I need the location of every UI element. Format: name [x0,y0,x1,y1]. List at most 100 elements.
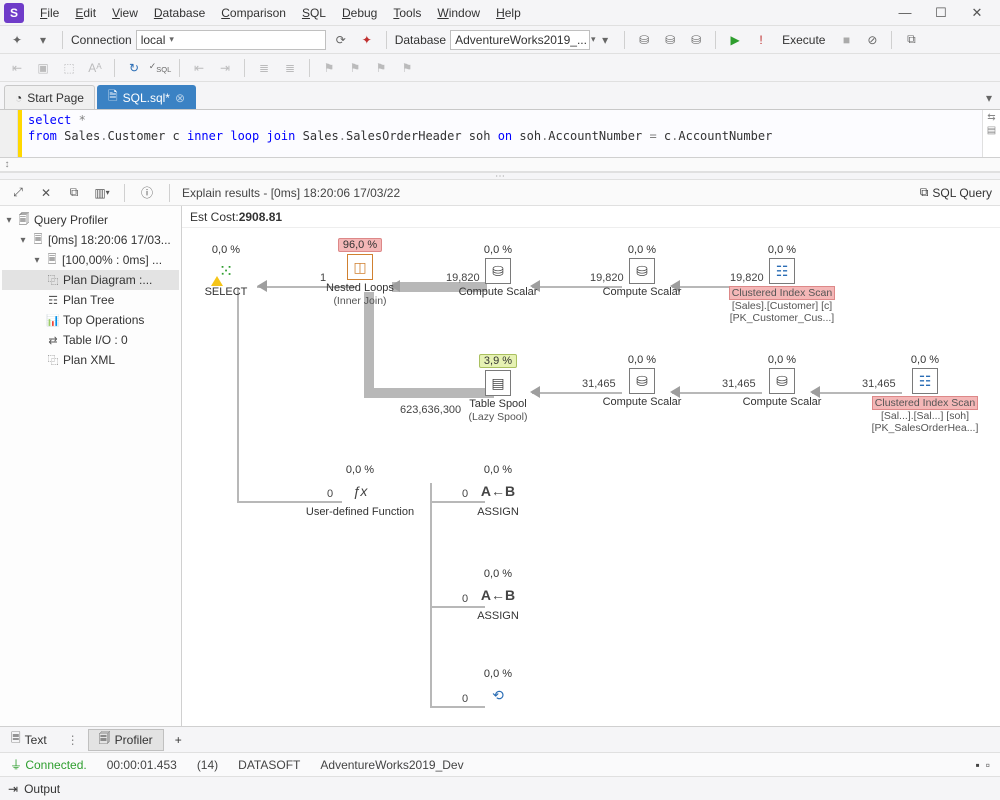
bookmark-icon[interactable]: ⚑ [318,57,340,79]
menu-window[interactable]: Window [429,4,488,22]
tree-plan-tree[interactable]: ☶Plan Tree [2,290,179,310]
plan-node-compute-scalar-1[interactable]: 0,0 % ⛁ Compute Scalar [438,244,558,299]
plan-node-nested-loops[interactable]: 96,0 % ◫ Nested Loops (Inner Join) [300,238,420,307]
tree-plan-xml[interactable]: ⿻Plan XML [2,350,179,370]
plan-node-assign-2[interactable]: 0,0 % A←B ASSIGN [438,568,558,623]
menu-file[interactable]: File [32,4,67,22]
window-close-button[interactable]: ✕ [966,5,988,21]
est-cost-row: Est Cost: 2908.81 [182,206,1000,228]
plan-node-udf[interactable]: 0,0 % ƒx User-defined Function [300,464,420,519]
db-icon-2[interactable]: ⛁ [659,29,681,51]
outdent-icon[interactable]: ⇤ [188,57,210,79]
delete-result-icon[interactable]: ✕ [36,183,56,203]
menu-view[interactable]: View [104,4,146,22]
bm-next-icon[interactable]: ⚑ [370,57,392,79]
tabstrip-overflow-icon[interactable]: ▾ [978,87,1000,109]
bottom-tab-text[interactable]: 🗏Text [0,729,58,751]
tree-root[interactable]: ▾🗐Query Profiler [2,210,179,230]
misc-icon[interactable]: ⧉ [900,29,922,51]
db-icon-1[interactable]: ⛁ [633,29,655,51]
menu-sql[interactable]: SQL [294,4,334,22]
cancel-icon[interactable]: ⊘ [861,29,883,51]
results-toolbar: ⤢ ✕ ⧉ ▥▾ ⓘ Explain results - [0ms] 18:20… [0,180,1000,206]
sql-query-link[interactable]: ⧉ SQL Query [920,185,992,200]
collapse-icon[interactable]: ⤢ [8,183,28,203]
output-panel-tab[interactable]: ⇥ Output [0,776,1000,800]
bottom-tab-add[interactable]: + [164,729,193,751]
plan-node-select[interactable]: 0,0 % ⁙ SELECT [182,244,286,299]
menu-tools[interactable]: Tools [385,4,429,22]
database-label: Database [395,33,446,47]
plan-node-cix-soh[interactable]: 0,0 % ☷ Clustered Index Scan [Sal...].[S… [865,354,985,434]
connection-combo[interactable]: local [136,30,326,50]
stop-icon[interactable]: ■ [835,29,857,51]
minimap-icon[interactable]: ▤ [987,125,996,136]
plan-node-assign-1[interactable]: 0,0 % A←B ASSIGN [438,464,558,519]
profiler-tree[interactable]: ▾🗐Query Profiler ▾🗏[0ms] 18:20:06 17/03.… [0,206,181,726]
db-icon-3[interactable]: ⛁ [685,29,707,51]
profiler-icon: 🗐 [99,729,111,750]
tree-plan-diagram[interactable]: ⿻Plan Diagram :... [2,270,179,290]
plan-canvas[interactable]: Est Cost: 2908.81 [182,206,1000,726]
tab-start-page[interactable]: ◔ Start Page [4,85,95,109]
check-sql-icon[interactable]: ✓SQL [149,57,171,79]
document-tabstrip: ◔ Start Page 🗎 SQL.sql* ⊗ ▾ [0,82,1000,110]
execute-button[interactable]: Execute [776,29,831,51]
plan-node-cix-customer[interactable]: 0,0 % ☷ Clustered Index Scan [Sales].[Cu… [722,244,842,324]
plan-node-compute-scalar-2[interactable]: 0,0 % ⛁ Compute Scalar [582,244,702,299]
toolbar-edit: ⇤ ▣ ⬚ Aᴬ ↻ ✓SQL ⇤ ⇥ ≣ ≣ ⚑ ⚑ ⚑ ⚑ [0,54,1000,82]
bm-prev-icon[interactable]: ⚑ [344,57,366,79]
tree-run[interactable]: ▾🗏[0ms] 18:20:06 17/03... [2,230,179,250]
window-minimize-button[interactable]: — [894,5,916,21]
info-icon[interactable]: ⓘ [137,183,157,203]
plan-node-compute-scalar-4[interactable]: 0,0 % ⛁ Compute Scalar [722,354,842,409]
indent-icon[interactable]: ⇤ [6,57,28,79]
tab-sql-file[interactable]: 🗎 SQL.sql* ⊗ [97,85,196,109]
font-icon[interactable]: Aᴬ [84,57,106,79]
sql-code[interactable]: select * from Sales.Customer c inner loo… [22,110,982,157]
editor-side-tools: ⇆▤ [982,110,1000,157]
bm-clear-icon[interactable]: ⚑ [396,57,418,79]
copy-result-icon[interactable]: ⧉ [64,183,84,203]
reload-icon[interactable]: ↻ [123,57,145,79]
status-rows: (14) [197,758,218,772]
status-view-2-icon[interactable]: ▫ [986,758,990,772]
menubar: S File Edit View Database Comparison SQL… [0,0,1000,26]
split-icon[interactable]: ⇆ [987,112,995,123]
menu-comparison[interactable]: Comparison [213,4,294,22]
plan-node-table-spool[interactable]: 3,9 % ▤ Table Spool (Lazy Spool) [438,354,558,423]
new-query-icon[interactable]: ✦ [6,29,28,51]
indent2-icon[interactable]: ⇥ [214,57,236,79]
window-maximize-button[interactable]: ☐ [930,5,952,21]
disconnect-icon[interactable]: ✦ [356,29,378,51]
database-combo[interactable]: AdventureWorks2019_... [450,30,590,50]
so-dropdown-icon[interactable]: ▾ [32,29,54,51]
bottom-tab-profiler[interactable]: 🗐Profiler [88,729,164,751]
camera-icon[interactable]: ▣ [32,57,54,79]
bars-icon: 📊 [46,314,60,327]
layout-icon[interactable]: ⬚ [58,57,80,79]
tree-query[interactable]: ▾🗏[100,00% : 0ms] ... [2,250,179,270]
align-l-icon[interactable]: ≣ [253,57,275,79]
horizontal-splitter[interactable]: ⋯ [0,172,1000,180]
status-view-1-icon[interactable]: ▪ [975,758,979,772]
menu-edit[interactable]: Edit [67,4,104,22]
plan-node-leaf[interactable]: 0,0 % ⟲ [438,668,558,710]
refresh-conn-icon[interactable]: ⟳ [330,29,352,51]
bottom-tab-spacer[interactable]: ⋮ [58,733,88,747]
layout-result-icon[interactable]: ▥▾ [92,183,112,203]
xml-icon: ⿻ [46,352,60,368]
plan-node-compute-scalar-3[interactable]: 0,0 % ⛁ Compute Scalar [582,354,702,409]
tree-top-ops[interactable]: 📊Top Operations [2,310,179,330]
error-icon[interactable]: ! [750,29,772,51]
menu-debug[interactable]: Debug [334,4,385,22]
run-icon[interactable]: ▶ [724,29,746,51]
align-r-icon[interactable]: ≣ [279,57,301,79]
connected-indicator: ⏚ Connected. [10,756,87,773]
tree-table-io[interactable]: ⇄Table I/O : 0 [2,330,179,350]
sql-editor[interactable]: select * from Sales.Customer c inner loo… [0,110,1000,158]
db-dropdown-icon[interactable]: ▾ [594,29,616,51]
tab-close-icon[interactable]: ⊗ [175,91,185,105]
menu-database[interactable]: Database [146,4,213,22]
menu-help[interactable]: Help [488,4,529,22]
